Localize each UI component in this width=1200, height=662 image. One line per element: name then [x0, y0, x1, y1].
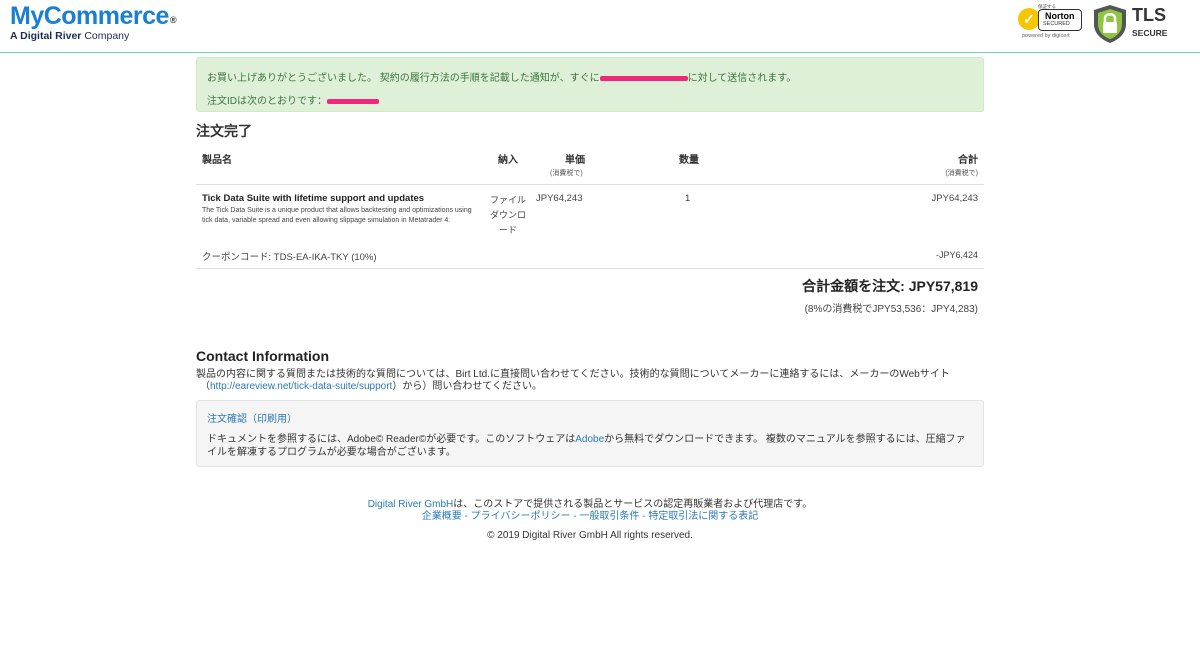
norton-powered-by: powered by digicert [1022, 33, 1070, 39]
redacted-order-id [327, 98, 379, 104]
product-total: JPY64,243 [931, 193, 978, 204]
footer-sep: - [570, 511, 580, 522]
col-unit-price: 単価 [565, 155, 585, 166]
order-id-label: 注文IDは次のとおりです： [207, 96, 327, 107]
totals-divider [196, 268, 984, 269]
order-success-alert: お買い上げありがとうございました。 契約の履行方法の手順を記載した通知が、すぐに… [196, 57, 984, 112]
footer-sep: - [461, 511, 471, 522]
table-header-divider [196, 184, 984, 185]
print-confirmation-box: 注文確認（印刷用） ドキュメントを参照するには、Adobe© Reader©が必… [196, 400, 984, 467]
shield-lock-icon [1094, 5, 1126, 43]
footer-sep: - [639, 511, 649, 522]
footer-link-terms[interactable]: 一般取引条件 [579, 511, 639, 522]
product-unit-price: JPY64,243 [536, 193, 583, 204]
product-description: The Tick Data Suite is a unique product … [202, 207, 472, 224]
tls-title: TLS [1132, 5, 1166, 25]
footer-link-privacy[interactable]: プライバシーポリシー [471, 511, 571, 522]
footer-links: 企業概要 - プライバシーポリシー - 一般取引条件 - 特定取引法に関する表記 [196, 507, 984, 522]
col-quantity: 数量 [679, 155, 699, 166]
col-unit-price-sub: (消費税で) [550, 170, 583, 177]
col-delivery: 納入 [498, 155, 518, 166]
contact-text-after: ）から）問い合わせてください。 [392, 381, 543, 392]
print-confirmation-link[interactable]: 注文確認（印刷用） [207, 410, 297, 425]
col-product: 製品名 [202, 155, 232, 166]
mycommerce-logo[interactable]: MyCommerce® A Digital River Company [10, 2, 177, 42]
tls-subtitle: SECURE [1132, 28, 1168, 38]
redacted-email [599, 75, 688, 81]
logo-tagline-b: Company [84, 30, 130, 42]
contact-text: 製品の内容に関する質問または技術的な質問については、Birt Ltd.に直接問い… [196, 369, 984, 393]
tls-secure-badge: TLS SECURE [1092, 4, 1172, 43]
col-total-sub: (消費税で) [945, 170, 978, 177]
order-complete-heading: 注文完了 [196, 123, 252, 139]
product-delivery: ファイルダウンロード [490, 195, 527, 235]
notice-line-order-id: 注文IDは次のとおりです： [207, 92, 379, 107]
print-text-before: ドキュメントを参照するには、Adobe© Reader©が必要です。このソフトウ… [207, 434, 576, 445]
print-help-text: ドキュメントを参照するには、Adobe© Reader©が必要です。このソフトウ… [207, 433, 972, 459]
norton-secured-badge[interactable]: ✓ 保証する Norton SECURED powered by digicer… [1016, 4, 1086, 42]
logo-tagline-a: A Digital River [10, 30, 82, 42]
notice-line-email: お買い上げありがとうございました。 契約の履行方法の手順を記載した通知が、すぐに… [207, 69, 796, 84]
header: MyCommerce® A Digital River Company ✓ 保証… [0, 0, 1200, 53]
col-total: 合計 [958, 155, 978, 166]
footer-link-legal[interactable]: 特定取引法に関する表記 [648, 511, 758, 522]
adobe-link[interactable]: Adobe [575, 434, 604, 445]
norton-secured-label: SECURED [1043, 21, 1070, 27]
product-quantity: 1 [685, 193, 691, 204]
product-name: Tick Data Suite with lifetime support an… [202, 193, 425, 204]
coupon-code: クーポンコード: TDS-EA-IKA-TKY (10%) [202, 252, 377, 263]
contact-paren-open: （ [200, 381, 210, 392]
notice-text-after: に対して送信されます。 [687, 73, 797, 84]
tax-note: (8%の消費税でJPY53,536：JPY4,283) [804, 304, 978, 315]
logo-wordmark: MyCommerce [10, 2, 169, 30]
contact-text-before: 製品の内容に関する質問または技術的な質問については、Birt Ltd.に直接問い… [196, 369, 950, 380]
logo-registered-mark: ® [169, 15, 177, 25]
norton-name: Norton [1045, 11, 1075, 21]
support-url-link[interactable]: http://eareview.net/tick-data-suite/supp… [210, 381, 392, 392]
notice-text-before: お買い上げありがとうございました。 契約の履行方法の手順を記載した通知が、すぐに [207, 73, 600, 84]
grand-total: 合計金額を注文: JPY57,819 [802, 278, 978, 294]
footer-link-company[interactable]: 企業概要 [422, 511, 462, 522]
footer-copyright: © 2019 Digital River GmbH All rights res… [487, 530, 693, 541]
norton-check-icon: ✓ [1018, 8, 1040, 30]
coupon-discount: -JPY6,424 [935, 250, 978, 260]
contact-heading: Contact Information [196, 348, 329, 364]
